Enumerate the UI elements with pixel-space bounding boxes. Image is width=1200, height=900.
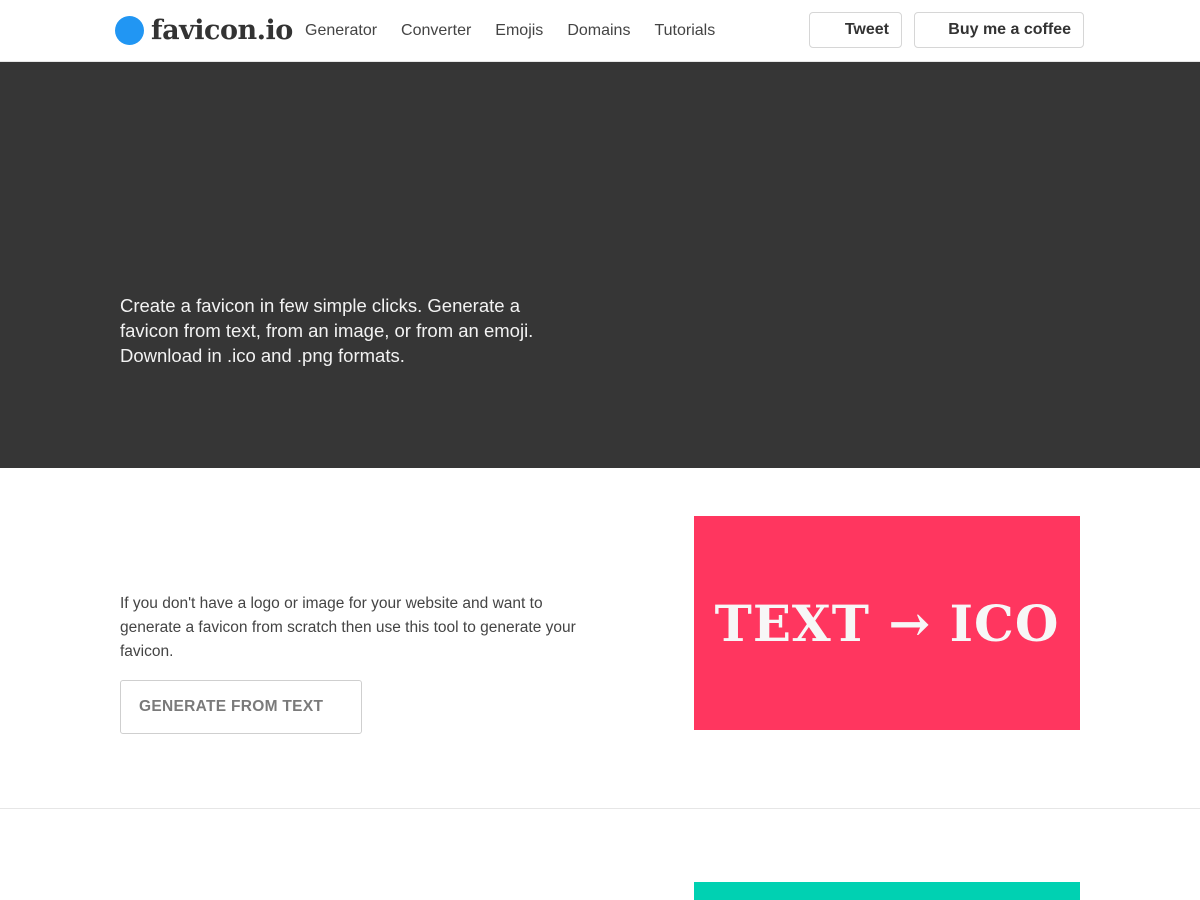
- site-header: favicon.io Generator Converter Emojis Do…: [0, 0, 1200, 62]
- text-generator-description: If you don't have a logo or image for yo…: [120, 595, 576, 660]
- logo-text: favicon.io: [151, 14, 293, 46]
- logo-circle-icon: [115, 15, 144, 45]
- text-generator-section: If you don't have a logo or image for yo…: [0, 468, 1200, 809]
- hero-description: Create a favicon in few simple clicks. G…: [120, 295, 534, 366]
- hero-section: Create a favicon in few simple clicks. G…: [0, 62, 1200, 468]
- main-nav: Generator Converter Emojis Domains Tutor…: [293, 0, 727, 62]
- buy-coffee-button[interactable]: Buy me a coffee: [914, 12, 1084, 48]
- nav-tutorials[interactable]: Tutorials: [654, 22, 715, 40]
- nav-generator[interactable]: Generator: [305, 22, 377, 40]
- text-to-ico-label: TEXT → ICO: [714, 593, 1060, 653]
- nav-emojis[interactable]: Emojis: [495, 22, 543, 40]
- tweet-button[interactable]: Tweet: [809, 12, 902, 48]
- text-to-ico-banner[interactable]: TEXT → ICO: [694, 516, 1080, 730]
- nav-domains[interactable]: Domains: [567, 22, 630, 40]
- nav-converter[interactable]: Converter: [401, 22, 471, 40]
- generate-from-text-button[interactable]: GENERATE FROM TEXT: [120, 680, 362, 734]
- next-section-banner[interactable]: [694, 882, 1080, 900]
- logo-link[interactable]: favicon.io: [115, 14, 293, 46]
